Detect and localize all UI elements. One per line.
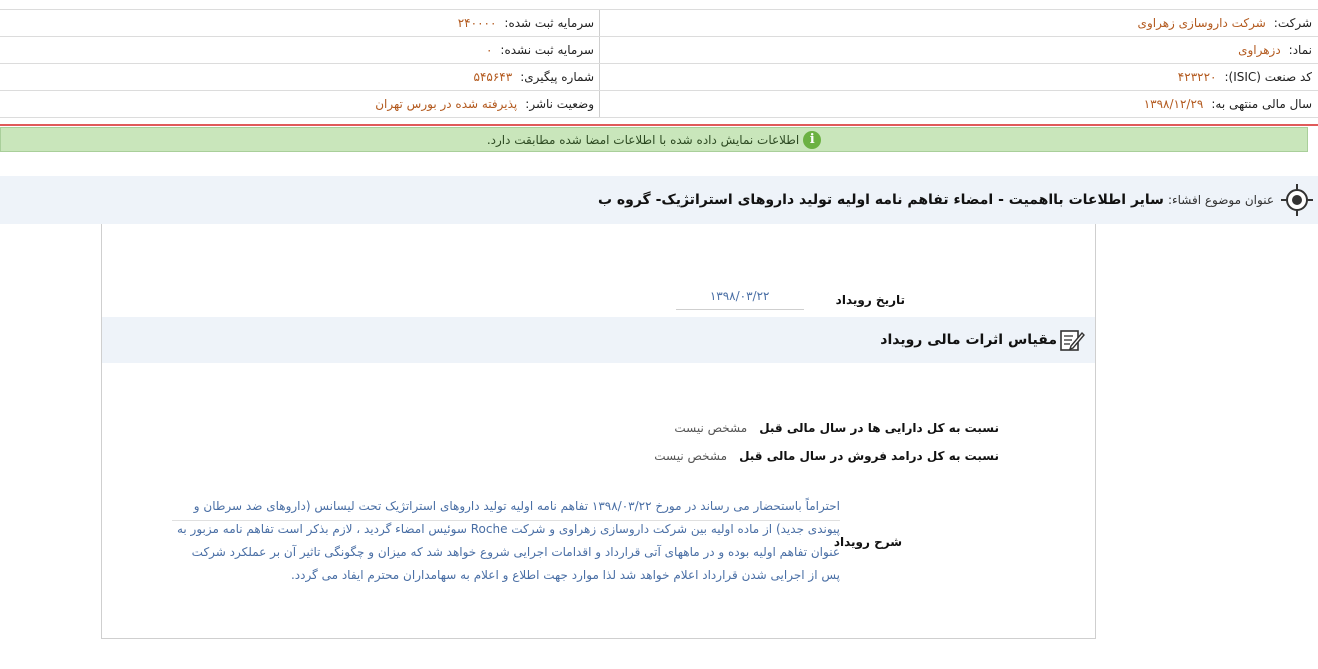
- company-cell: شرکت: شرکت داروسازی زهراوی: [599, 10, 1318, 36]
- ratio-revenue-label: نسبت به کل درامد فروش در سال مالی قبل: [739, 449, 999, 463]
- ratio-row-revenue: نسبت به کل درامد فروش در سال مالی قبل مش…: [654, 449, 999, 463]
- company-info-table: شرکت: شرکت داروسازی زهراوی سرمایه ثبت شد…: [0, 9, 1318, 118]
- isic-cell: کد صنعت (ISIC): ۴۲۳۲۲۰: [599, 64, 1318, 90]
- company-label: شرکت:: [1273, 16, 1312, 30]
- isic-label: کد صنعت (ISIC):: [1224, 70, 1312, 84]
- publisher-status-value: پذیرفته شده در بورس تهران: [375, 97, 518, 111]
- ratio-assets-value: مشخص نیست: [674, 421, 748, 435]
- info-row-company: شرکت: شرکت داروسازی زهراوی سرمایه ثبت شد…: [0, 10, 1318, 37]
- ratio-revenue-value: مشخص نیست: [654, 449, 728, 463]
- notice-text: اطلاعات نمایش داده شده با اطلاعات امضا ش…: [486, 132, 800, 147]
- disclosure-title-bar: عنوان موضوع افشاء: سایر اطلاعات بااهمیت …: [0, 176, 1318, 224]
- content-box: تاریخ رویداد ۱۳۹۸/۰۳/۲۲ مقیاس اثرات مالی…: [101, 224, 1096, 639]
- info-row-fiscal: سال مالی منتهی به: ۱۳۹۸/۱۲/۲۹ وضعیت ناشر…: [0, 91, 1318, 118]
- info-row-symbol: نماد: دزهراوی سرمایه ثبت نشده: ۰: [0, 37, 1318, 64]
- registered-capital-cell: سرمایه ثبت شده: ۲۴۰۰۰۰: [0, 10, 599, 36]
- symbol-cell: نماد: دزهراوی: [599, 37, 1318, 63]
- red-divider: [0, 124, 1318, 126]
- publisher-status-label: وضعیت ناشر:: [525, 97, 594, 111]
- unregistered-capital-value: ۰: [485, 43, 493, 57]
- disclosure-title: سایر اطلاعات بااهمیت - امضاء تفاهم نامه …: [597, 192, 1164, 208]
- description-label: شرح رویداد: [833, 535, 902, 549]
- fiscal-year-value: ۱۳۹۸/۱۲/۲۹: [1143, 97, 1204, 111]
- description-text: احتراماً باستحضار می رساند در مورخ ۱۳۹۸/…: [176, 499, 840, 582]
- publisher-status-cell: وضعیت ناشر: پذیرفته شده در بورس تهران: [0, 91, 599, 117]
- ratio-row-assets: نسبت به کل دارایی ها در سال مالی قبل مشخ…: [674, 421, 999, 435]
- info-row-isic: کد صنعت (ISIC): ۴۲۳۲۲۰ شماره پیگیری: ۵۴۵…: [0, 64, 1318, 91]
- tracking-label: شماره پیگیری:: [520, 70, 594, 84]
- registered-capital-value: ۲۴۰۰۰۰: [457, 16, 497, 30]
- event-date-value: ۱۳۹۸/۰۳/۲۲: [675, 289, 804, 310]
- fiscal-year-cell: سال مالی منتهی به: ۱۳۹۸/۱۲/۲۹: [599, 91, 1318, 117]
- tracking-value: ۵۴۵۶۴۳: [473, 70, 513, 84]
- tracking-cell: شماره پیگیری: ۵۴۵۶۴۳: [0, 64, 599, 90]
- symbol-label: نماد:: [1288, 43, 1312, 57]
- ratio-assets-label: نسبت به کل دارایی ها در سال مالی قبل: [759, 421, 999, 435]
- unregistered-capital-label: سرمایه ثبت نشده:: [500, 43, 594, 57]
- title-label: عنوان موضوع افشاء:: [1167, 193, 1274, 207]
- target-icon: [1281, 184, 1313, 216]
- isic-value: ۴۲۳۲۲۰: [1177, 70, 1217, 84]
- company-value[interactable]: شرکت داروسازی زهراوی: [1138, 16, 1266, 30]
- info-icon: i: [803, 130, 822, 149]
- event-date-label: تاریخ رویداد: [835, 292, 905, 307]
- financial-effects-header: مقیاس اثرات مالی رویداد: [102, 317, 1095, 363]
- verification-notice: i اطلاعات نمایش داده شده با اطلاعات امضا…: [0, 127, 1308, 152]
- edit-note-icon: [1060, 330, 1085, 351]
- financial-effects-title: مقیاس اثرات مالی رویداد: [880, 332, 1057, 348]
- fiscal-year-label: سال مالی منتهی به:: [1211, 97, 1312, 111]
- event-date-row: تاریخ رویداد ۱۳۹۸/۰۳/۲۲: [675, 289, 905, 310]
- symbol-value[interactable]: دزهراوی: [1238, 43, 1281, 57]
- registered-capital-label: سرمایه ثبت شده:: [504, 16, 594, 30]
- unregistered-capital-cell: سرمایه ثبت نشده: ۰: [0, 37, 599, 63]
